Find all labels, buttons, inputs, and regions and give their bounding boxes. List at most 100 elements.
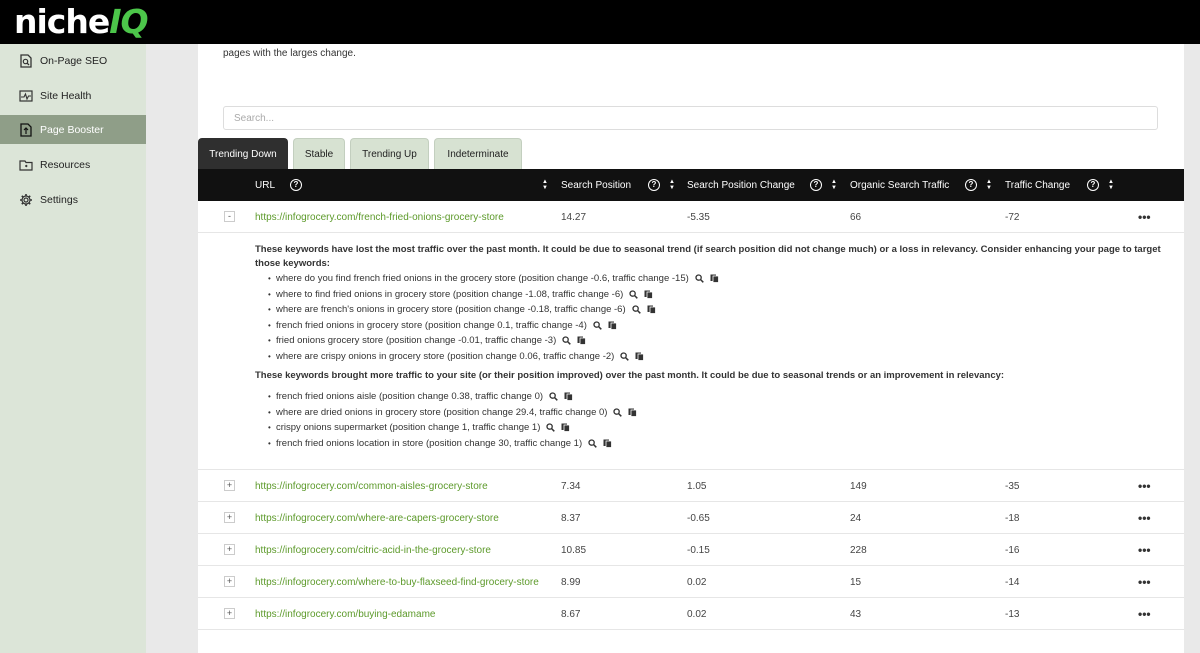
column-url[interactable]: URL [255, 169, 275, 201]
sort-icon[interactable]: ▲ ▼ [831, 169, 837, 201]
expand-toggle[interactable]: + [224, 480, 235, 491]
search-icon[interactable] [549, 391, 558, 401]
tab-stable[interactable]: Stable [293, 138, 345, 169]
sidebar-item-on-page-seo[interactable]: On-Page SEO [0, 46, 146, 75]
search-position-value: 8.67 [561, 608, 581, 620]
sidebar-item-settings[interactable]: Settings [0, 185, 146, 214]
help-icon[interactable]: ? [1087, 169, 1099, 201]
traffic-change-value: -35 [1005, 480, 1020, 492]
more-actions-button[interactable]: ••• [1138, 534, 1151, 566]
expand-toggle[interactable]: + [224, 512, 235, 523]
copy-icon[interactable] [647, 305, 656, 314]
row-url-link[interactable]: https://infogrocery.com/french-fried-oni… [255, 201, 504, 233]
search-icon[interactable] [631, 304, 641, 314]
column-traffic-change[interactable]: Traffic Change [1005, 169, 1070, 201]
column-organic-search-traffic-label: Organic Search Traffic [850, 179, 950, 191]
copy-icon[interactable] [710, 274, 719, 283]
keyword-text: french fried onions in grocery store (po… [276, 319, 587, 331]
top-bar: nicheIQ [0, 0, 1200, 44]
sidebar-item-page-booster[interactable]: Page Booster [0, 115, 146, 144]
copy-icon[interactable] [603, 439, 613, 448]
copy-icon[interactable] [561, 423, 571, 432]
search-icon[interactable] [620, 351, 630, 361]
row-url-link[interactable]: https://infogrocery.com/common-aisles-gr… [255, 470, 488, 502]
sort-icon[interactable]: ▲ ▼ [669, 169, 675, 201]
sort-icon[interactable]: ▲ ▼ [986, 169, 992, 201]
table-row: + https://infogrocery.com/buying-edamame… [198, 598, 1184, 630]
app-logo[interactable]: nicheIQ [14, 3, 149, 41]
help-icon[interactable]: ? [648, 169, 660, 201]
keyword-text: crispy onions supermarket (position chan… [276, 421, 541, 433]
keyword-text: where are crispy onions in grocery store… [276, 350, 615, 362]
column-url-label: URL [255, 179, 276, 191]
collapse-toggle[interactable]: - [224, 211, 235, 222]
help-icon[interactable]: ? [290, 169, 302, 201]
search-icon[interactable] [695, 273, 704, 283]
tab-indeterminate[interactable]: Indeterminate [434, 138, 522, 169]
row-url-link[interactable]: https://infogrocery.com/where-are-capers… [255, 502, 499, 534]
tab-trending-up[interactable]: Trending Up [350, 138, 429, 169]
sidebar-item-label: Site Health [40, 89, 92, 102]
traffic-value: 15 [850, 576, 862, 588]
copy-icon[interactable] [628, 408, 638, 417]
main-content: pages with the larges change. Trending D… [146, 44, 1200, 653]
copy-icon[interactable] [635, 352, 645, 361]
column-traffic-change-label: Traffic Change [1005, 179, 1071, 191]
more-actions-button[interactable]: ••• [1138, 201, 1151, 233]
more-actions-button[interactable]: ••• [1138, 470, 1151, 502]
help-icon[interactable]: ? [810, 169, 822, 201]
table-header: URL ? ▲ ▼ Search Position ? ▲ ▼ Search Pos… [198, 169, 1184, 201]
search-position-value: 8.37 [561, 512, 581, 524]
more-actions-button[interactable]: ••• [1138, 502, 1151, 534]
position-change-value: -0.65 [687, 512, 710, 524]
list-item: • crispy onions supermarket (position cha… [268, 420, 571, 434]
sort-icon[interactable]: ▲ ▼ [542, 169, 548, 201]
copy-icon[interactable] [564, 392, 573, 401]
upload-page-icon [19, 122, 33, 137]
search-icon[interactable] [613, 407, 623, 417]
search-icon[interactable] [562, 335, 572, 345]
search-position-value: 7.34 [561, 480, 581, 492]
search-icon[interactable] [593, 320, 602, 330]
keyword-text: where are dried onions in grocery store … [276, 406, 608, 418]
copy-icon[interactable] [577, 336, 587, 345]
traffic-change-value: -72 [1005, 211, 1020, 223]
tab-trending-down[interactable]: Trending Down [198, 138, 288, 169]
list-item: • french fried onions location in store (… [268, 436, 613, 450]
position-change-value: -0.15 [687, 544, 710, 556]
search-input[interactable] [223, 106, 1158, 130]
expand-toggle[interactable]: + [224, 544, 235, 555]
row-url-link[interactable]: https://infogrocery.com/buying-edamame [255, 598, 435, 630]
position-change-value: -5.35 [687, 211, 710, 223]
traffic-change-value: -18 [1005, 512, 1020, 524]
expand-toggle[interactable]: + [224, 576, 235, 587]
sort-icon[interactable]: ▲ ▼ [1108, 169, 1114, 201]
sidebar-item-label: On-Page SEO [40, 54, 108, 67]
column-search-position-change[interactable]: Search Position Change [687, 169, 795, 201]
expand-toggle[interactable]: + [224, 608, 235, 619]
column-search-position[interactable]: Search Position [561, 169, 631, 201]
sidebar-item-site-health[interactable]: Site Health [0, 81, 146, 110]
traffic-change-value: -14 [1005, 576, 1020, 588]
copy-icon[interactable] [644, 290, 654, 299]
sidebar-item-resources[interactable]: Resources [0, 150, 146, 179]
intro-text: pages with the larges change. [223, 48, 356, 59]
position-change-value: 0.02 [687, 576, 707, 588]
row-url-link[interactable]: https://infogrocery.com/where-to-buy-fla… [255, 566, 539, 598]
position-change-value: 0.02 [687, 608, 707, 620]
keyword-text: french fried onions aisle (position chan… [276, 390, 544, 402]
search-icon[interactable] [629, 289, 639, 299]
copy-icon[interactable] [608, 321, 617, 330]
help-icon[interactable]: ? [965, 169, 977, 201]
search-icon[interactable] [588, 438, 597, 448]
list-item: • where are french's onions in grocery st… [268, 302, 656, 316]
table-row: - https://infogrocery.com/french-fried-o… [198, 201, 1184, 233]
more-actions-button[interactable]: ••• [1138, 598, 1151, 630]
table-row: + https://infogrocery.com/common-aisles-… [198, 470, 1184, 502]
sidebar-item-label: Page Booster [40, 123, 104, 136]
column-organic-search-traffic[interactable]: Organic Search Traffic [850, 169, 949, 201]
traffic-value: 66 [850, 211, 862, 223]
row-url-link[interactable]: https://infogrocery.com/citric-acid-in-t… [255, 534, 491, 566]
search-icon[interactable] [546, 422, 556, 432]
more-actions-button[interactable]: ••• [1138, 566, 1151, 598]
